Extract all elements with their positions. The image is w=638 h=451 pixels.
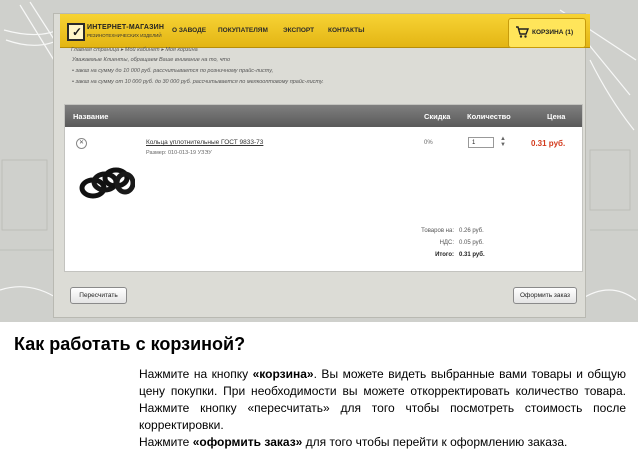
nav-contacts[interactable]: КОНТАКТЫ [328,27,364,34]
site-header: ✓ ИНТЕРНЕТ-МАГАЗИН РЕЗИНОТЕХНИЧЕСКИХ ИЗД… [60,14,590,48]
logo-title[interactable]: ИНТЕРНЕТ-МАГАЗИН [87,24,164,31]
help-text-span: Нажмите на кнопку [139,367,253,381]
header-quantity: Количество [467,112,511,121]
breadcrumb[interactable]: Главная страница ▸ Мой кабинет ▸ Моя кор… [71,47,198,53]
vat-label: НДС: [439,240,454,246]
nav-about[interactable]: О ЗАВОДЕ [172,27,206,34]
goods-total-value: 0.26 руб. [459,228,484,234]
cart-icon [516,26,529,38]
o-rings-image[interactable] [79,163,135,203]
header-name: Название [73,112,109,121]
grand-total-label: Итого: [435,252,454,258]
discount-value: 0% [424,140,433,146]
goods-total-label: Товаров на: [421,228,454,234]
cart-button[interactable]: КОРЗИНА (1) [508,18,586,48]
screenshot: ✓ ИНТЕРНЕТ-МАГАЗИН РЕЗИНОТЕХНИЧЕСКИХ ИЗД… [0,0,638,322]
logo-icon[interactable]: ✓ [67,23,85,41]
help-text-span: Нажмите [139,435,193,449]
help-paragraph: Нажмите «оформить заказ» для того чтобы … [139,434,626,451]
help-emphasis: «оформить заказ» [192,435,303,449]
product-size: Размер: 010-013-19 УЗЭУ [146,150,212,156]
recalculate-button[interactable]: Пересчитать [70,287,127,304]
logo-subtitle: РЕЗИНОТЕХНИЧЕСКИХ ИЗДЕЛИЙ [87,33,162,38]
help-title: Как работать с корзиной? [14,334,246,354]
price-value: 0.31 руб. [531,139,566,148]
checkout-button[interactable]: Оформить заказ [513,287,577,304]
cart-table: Название Скидка Количество Цена ✕ Кольца… [64,104,583,272]
grand-total-value: 0.31 руб. [459,252,485,258]
cart-label: КОРЗИНА (1) [532,29,574,36]
nav-export[interactable]: ЭКСПОРТ [283,27,314,34]
header-discount: Скидка [424,112,451,121]
header-price: Цена [547,112,566,121]
notice-line: • заказ на сумму до 10 000 руб. рассчиты… [72,68,274,74]
vat-value: 0.05 руб. [459,240,484,246]
notice-line: Уважаемые Клиенты, обращаем Ваше внимани… [72,57,230,63]
help-emphasis: «корзина» [252,367,314,381]
help-text-span: для того чтобы перейти к оформлению зака… [302,435,568,449]
table-header: Название Скидка Количество Цена [65,105,582,127]
quantity-stepper-icon[interactable]: ▲ ▼ [500,136,506,148]
help-paragraph: Нажмите на кнопку «корзина». Вы можете в… [139,366,626,434]
product-name-link[interactable]: Кольца уплотнительные ГОСТ 9833-73 [146,139,263,146]
nav-customers[interactable]: ПОКУПАТЕЛЯМ [218,27,268,34]
remove-icon[interactable]: ✕ [76,138,87,149]
quantity-input[interactable]: 1 [468,137,494,148]
help-text: Нажмите на кнопку «корзина». Вы можете в… [139,366,626,451]
notice-line: • заказ на сумму от 10 000 руб. до 30 00… [72,79,324,85]
